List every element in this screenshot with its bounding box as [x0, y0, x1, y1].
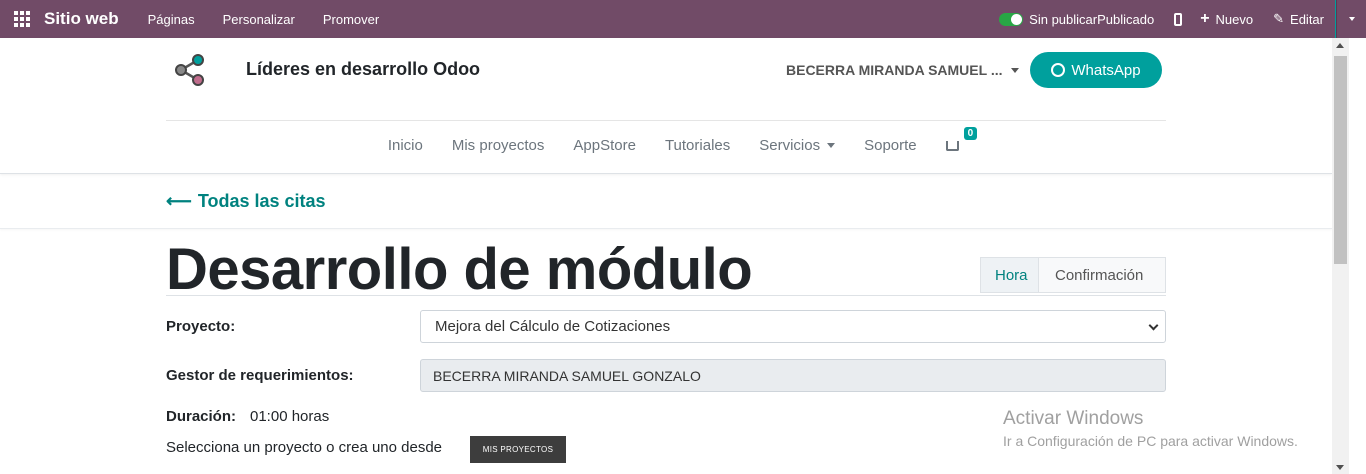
mobile-preview-icon[interactable] [1174, 12, 1183, 26]
back-label: Todas las citas [197, 191, 326, 211]
back-to-appointments-link[interactable]: ⟵ Todas las citas [166, 191, 326, 212]
title-divider [166, 295, 1166, 296]
caret-down-icon [827, 143, 836, 148]
menu-customize[interactable]: Personalizar [223, 12, 295, 27]
page-scrollbar[interactable] [1332, 38, 1349, 474]
step-confirmation: Confirmación [1055, 266, 1144, 284]
website-admin-bar: Sitio web Páginas Personalizar Promover … [0, 0, 1366, 39]
nav-item-servicios[interactable]: Servicios [759, 137, 836, 154]
back-bar: ⟵ Todas las citas [0, 175, 1332, 229]
whatsapp-icon [1051, 63, 1066, 77]
menu-promote[interactable]: Promover [323, 12, 379, 27]
manager-value: BECERRA MIRANDA SAMUEL GONZALO [433, 367, 701, 384]
whatsapp-label: WhatsApp [1071, 61, 1141, 79]
project-select-value: Mejora del Cálculo de Cotizaciones [435, 318, 671, 335]
nav-item-soporte[interactable]: Soporte [864, 137, 917, 154]
publish-toggle[interactable] [999, 12, 1024, 26]
site-name[interactable]: Líderes en desarrollo Odoo [246, 59, 480, 80]
page-title: Desarrollo de módulo [166, 237, 753, 302]
main-nav: Inicio Mis proyectos AppStore Tutoriales… [0, 127, 1332, 154]
publish-status-label[interactable]: Sin publicarPublicado [1029, 12, 1154, 27]
edit-button[interactable]: Editar [1290, 12, 1324, 27]
whatsapp-button[interactable]: WhatsApp [1030, 52, 1162, 88]
cart-count-badge: 0 [963, 127, 978, 140]
cart-link[interactable]: 0 [945, 127, 978, 154]
scroll-down-icon[interactable] [1336, 465, 1344, 470]
user-name: BECERRA MIRANDA SAMUEL ... [786, 62, 1003, 78]
duration-value: 01:00 horas [250, 408, 330, 425]
manager-field: BECERRA MIRANDA SAMUEL GONZALO [420, 359, 1166, 392]
nav-item-tutoriales[interactable]: Tutoriales [665, 137, 730, 154]
step-time[interactable]: Hora [981, 258, 1039, 292]
nav-item-appstore[interactable]: AppStore [573, 137, 636, 154]
caret-down-icon [1010, 67, 1019, 73]
chevron-down-icon [1148, 320, 1159, 331]
share-logo-icon[interactable] [172, 52, 208, 88]
windows-activation-title: Activar Windows [1003, 408, 1144, 429]
app-brand[interactable]: Sitio web [44, 9, 119, 29]
site-header: Líderes en desarrollo Odoo BECERRA MIRAN… [0, 38, 1332, 174]
apps-menu-button[interactable] [0, 0, 44, 38]
windows-activation-subtitle: Ir a Configuración de PC para activar Wi… [1003, 433, 1298, 449]
user-dropdown[interactable]: BECERRA MIRANDA SAMUEL ... [786, 62, 1019, 78]
scroll-up-icon[interactable] [1336, 43, 1344, 48]
appointment-steps: Hora Confirmación [980, 257, 1166, 293]
grid-icon [14, 11, 30, 27]
new-button[interactable]: Nuevo [1216, 12, 1254, 27]
edit-dropdown-button[interactable] [1335, 0, 1366, 39]
nav-item-servicios-label: Servicios [759, 137, 821, 154]
manager-label: Gestor de requerimientos: [166, 367, 354, 384]
nav-item-mis-proyectos[interactable]: Mis proyectos [452, 137, 545, 154]
menu-pages[interactable]: Páginas [148, 12, 195, 27]
my-projects-button[interactable]: MIS PROYECTOS [470, 436, 566, 463]
project-select[interactable]: Mejora del Cálculo de Cotizaciones [420, 310, 1166, 343]
nav-item-inicio[interactable]: Inicio [388, 137, 423, 154]
header-divider [166, 120, 1166, 121]
window-edge [1349, 38, 1366, 474]
pencil-icon: ✎ [1273, 11, 1285, 26]
arrow-left-icon: ⟵ [166, 191, 192, 211]
select-project-text: Selecciona un proyecto o crea uno desde [166, 439, 443, 456]
cart-icon [945, 140, 959, 151]
duration-label: Duración: [166, 408, 237, 425]
scroll-thumb[interactable] [1334, 56, 1347, 264]
caret-down-icon [1348, 17, 1355, 21]
project-label: Proyecto: [166, 318, 236, 335]
plus-icon: + [1200, 10, 1210, 27]
